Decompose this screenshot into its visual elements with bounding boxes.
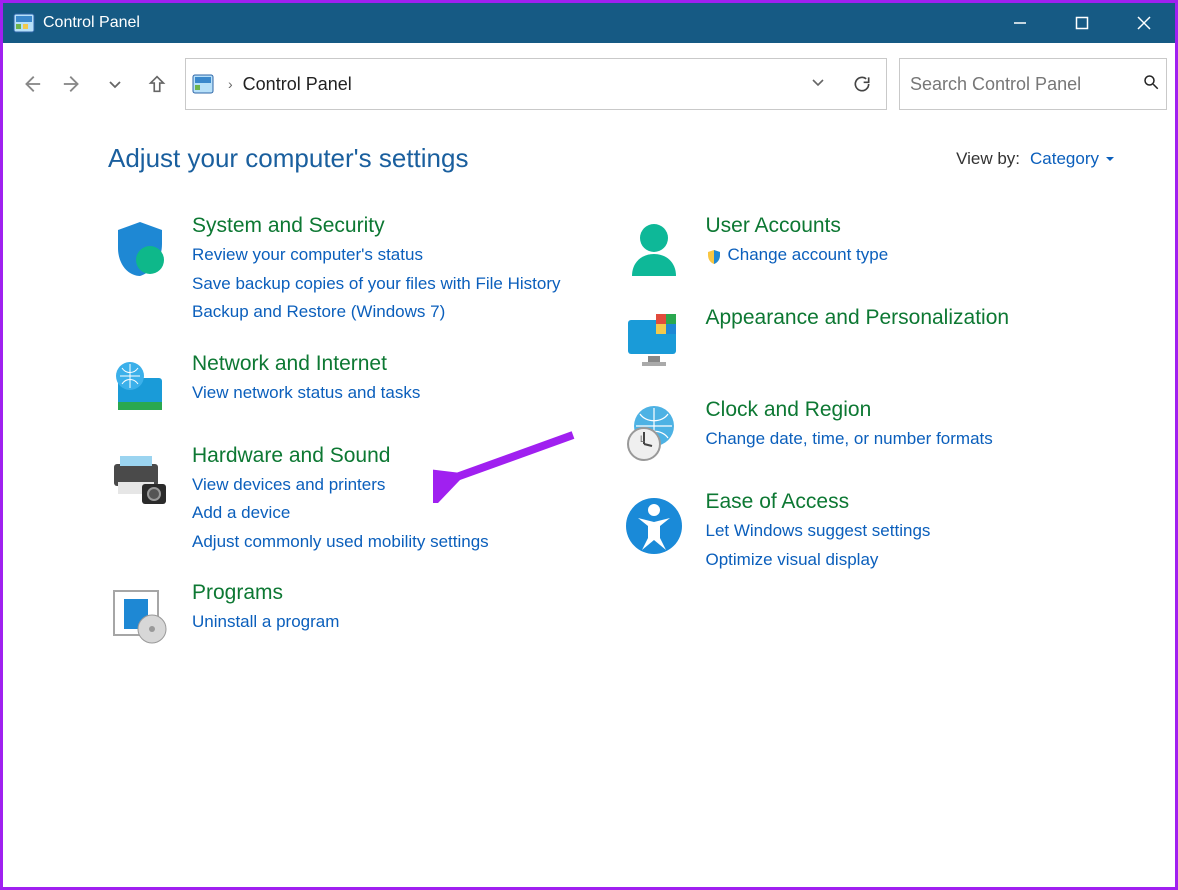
right-column: User Accounts Change account type Appear… <box>622 214 1116 673</box>
category-ease-of-access: Ease of Access Let Windows suggest setti… <box>622 490 1116 575</box>
category-title[interactable]: Appearance and Personalization <box>706 306 1010 330</box>
category-link[interactable]: Change account type <box>706 242 889 268</box>
minimize-button[interactable] <box>989 3 1051 43</box>
user-icon <box>622 218 686 282</box>
control-panel-icon <box>13 13 35 33</box>
refresh-button[interactable] <box>844 74 880 94</box>
uac-shield-icon <box>706 247 722 263</box>
search-box[interactable] <box>899 58 1167 110</box>
close-button[interactable] <box>1113 3 1175 43</box>
category-user-accounts: User Accounts Change account type <box>622 214 1116 282</box>
breadcrumb-location[interactable]: Control Panel <box>243 74 352 95</box>
page-heading: Adjust your computer's settings <box>108 143 468 174</box>
recent-locations-button[interactable] <box>95 64 135 104</box>
view-by: View by: Category <box>956 149 1115 169</box>
titlebar: Control Panel <box>3 3 1175 43</box>
search-icon[interactable] <box>1142 73 1160 96</box>
category-title[interactable]: System and Security <box>192 214 385 238</box>
clock-globe-icon: L <box>622 402 686 466</box>
category-link[interactable]: Add a device <box>192 500 489 526</box>
up-button[interactable] <box>137 64 177 104</box>
category-system-security: System and Security Review your computer… <box>108 214 602 328</box>
category-title[interactable]: Clock and Region <box>706 398 872 422</box>
search-input[interactable] <box>910 74 1142 95</box>
category-appearance: Appearance and Personalization <box>622 306 1116 374</box>
breadcrumb-separator: › <box>228 76 233 92</box>
category-title[interactable]: Ease of Access <box>706 490 850 514</box>
category-title[interactable]: Network and Internet <box>192 352 387 376</box>
content-area: Adjust your computer's settings View by:… <box>3 113 1175 673</box>
chevron-down-icon <box>1105 155 1115 163</box>
programs-icon <box>108 585 172 649</box>
address-dropdown-button[interactable] <box>810 74 826 95</box>
category-hardware-sound: Hardware and Sound View devices and prin… <box>108 444 602 558</box>
category-network-internet: Network and Internet View network status… <box>108 352 602 420</box>
category-link[interactable]: Optimize visual display <box>706 547 931 573</box>
address-bar[interactable]: › Control Panel <box>185 58 887 110</box>
maximize-button[interactable] <box>1051 3 1113 43</box>
category-link[interactable]: Change date, time, or number formats <box>706 426 993 452</box>
back-button[interactable] <box>11 64 51 104</box>
monitor-colors-icon <box>622 310 686 374</box>
category-link[interactable]: Let Windows suggest settings <box>706 518 931 544</box>
category-link[interactable]: Backup and Restore (Windows 7) <box>192 299 561 325</box>
accessibility-icon <box>622 494 686 558</box>
view-by-mode[interactable]: Category <box>1030 149 1115 169</box>
category-link[interactable]: Adjust commonly used mobility settings <box>192 529 489 555</box>
category-link[interactable]: View devices and printers <box>192 472 489 498</box>
view-by-label: View by: <box>956 149 1020 169</box>
category-link[interactable]: Uninstall a program <box>192 609 339 635</box>
control-panel-small-icon <box>192 74 214 94</box>
left-column: System and Security Review your computer… <box>108 214 602 673</box>
category-title[interactable]: Programs <box>192 581 283 605</box>
svg-text:L: L <box>640 434 645 444</box>
category-link[interactable]: Save backup copies of your files with Fi… <box>192 271 561 297</box>
category-link[interactable]: Review your computer's status <box>192 242 561 268</box>
printer-camera-icon <box>108 448 172 512</box>
shield-icon <box>108 218 172 282</box>
category-clock-region: L Clock and Region Change date, time, or… <box>622 398 1116 466</box>
category-programs: Programs Uninstall a program <box>108 581 602 649</box>
navbar: › Control Panel <box>11 55 1167 113</box>
category-title[interactable]: User Accounts <box>706 214 841 238</box>
category-link[interactable]: View network status and tasks <box>192 380 420 406</box>
category-title[interactable]: Hardware and Sound <box>192 444 390 468</box>
window-controls <box>989 3 1175 43</box>
window-title: Control Panel <box>43 14 140 32</box>
globe-monitor-icon <box>108 356 172 420</box>
forward-button[interactable] <box>53 64 93 104</box>
